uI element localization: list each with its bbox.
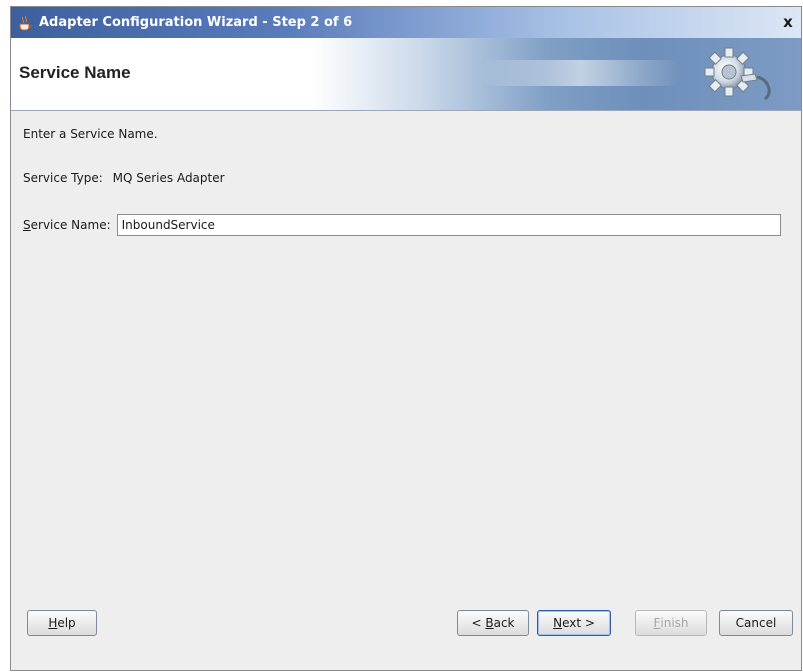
service-name-input[interactable]	[116, 214, 781, 236]
help-button-mnemonic: H	[48, 616, 58, 630]
instruction-text: Enter a Service Name.	[23, 127, 158, 141]
back-button-prefix: <	[471, 616, 486, 630]
service-name-label: Service Name:	[23, 218, 111, 232]
service-name-label-rest: ervice Name:	[30, 218, 111, 232]
service-type-row: Service Type: MQ Series Adapter	[23, 171, 225, 185]
java-cup-icon	[17, 15, 33, 31]
gear-plug-icon	[703, 46, 777, 102]
service-type-value: MQ Series Adapter	[112, 171, 225, 185]
next-button[interactable]: Next >	[537, 610, 611, 636]
next-button-label: ext >	[562, 616, 595, 630]
next-button-mnemonic: N	[553, 616, 563, 630]
page-title: Service Name	[19, 63, 131, 82]
cancel-button[interactable]: Cancel	[719, 610, 793, 636]
service-name-label-mnemonic: S	[23, 218, 31, 232]
back-button-mnemonic: B	[485, 616, 494, 630]
wizard-dialog: Adapter Configuration Wizard - Step 2 of…	[10, 6, 802, 671]
window-title: Adapter Configuration Wizard - Step 2 of…	[39, 15, 353, 30]
finish-button-label: inish	[660, 616, 689, 630]
help-button-label: elp	[57, 616, 76, 630]
back-button[interactable]: < Back	[457, 610, 529, 636]
finish-button[interactable]: Finish	[635, 610, 707, 636]
header-banner: Service Name	[11, 38, 801, 111]
close-button[interactable]: x	[779, 13, 797, 31]
service-name-row: Service Name:	[23, 214, 781, 236]
banner-decoration	[481, 60, 681, 86]
service-type-label: Service Type:	[23, 171, 103, 185]
cancel-button-label: Cancel	[735, 616, 777, 630]
help-button[interactable]: Help	[27, 610, 97, 636]
back-button-label: ack	[493, 616, 515, 630]
finish-button-mnemonic: F	[653, 616, 661, 630]
title-bar[interactable]: Adapter Configuration Wizard - Step 2 of…	[11, 7, 801, 38]
